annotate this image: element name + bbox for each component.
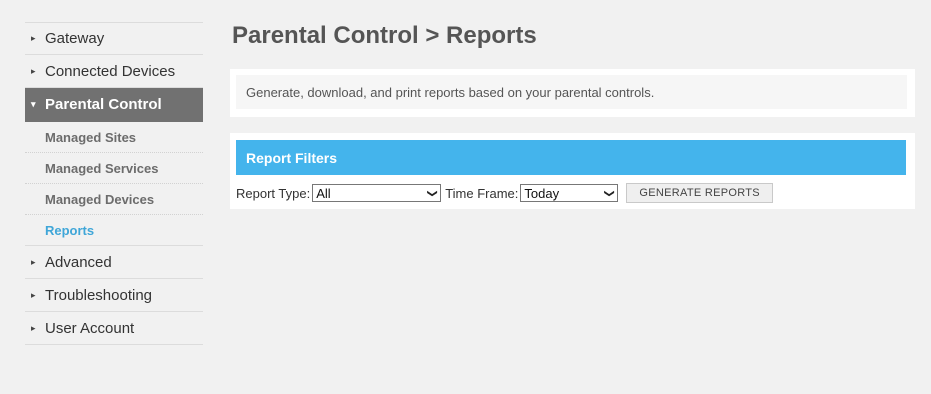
- report-filters-card: Report Filters Report Type: All ❯ Time F…: [230, 133, 915, 209]
- sidebar-item-troubleshooting[interactable]: ▸ Troubleshooting: [25, 279, 203, 312]
- report-filters-header: Report Filters: [236, 140, 906, 175]
- chevron-down-icon: ❯: [426, 188, 438, 198]
- sidebar-item-gateway[interactable]: ▸ Gateway: [25, 22, 203, 55]
- description-card: Generate, download, and print reports ba…: [230, 69, 915, 117]
- sidebar-subitem-managed-sites[interactable]: Managed Sites: [25, 122, 203, 153]
- triangle-right-icon: ▸: [31, 256, 36, 267]
- sidebar-item-label: Advanced: [45, 253, 112, 271]
- sidebar-item-label: Troubleshooting: [45, 286, 153, 304]
- generate-reports-button[interactable]: GENERATE REPORTS: [626, 183, 773, 203]
- time-frame-label: Time Frame:: [445, 185, 519, 201]
- time-frame-value: Today: [524, 185, 560, 201]
- chevron-down-icon: ❯: [603, 188, 615, 198]
- report-type-select[interactable]: All ❯: [312, 184, 442, 202]
- sidebar-item-parental-control[interactable]: ▾ Parental Control: [25, 88, 203, 122]
- triangle-right-icon: ▸: [31, 33, 36, 43]
- page-description: Generate, download, and print reports ba…: [236, 75, 907, 109]
- page-title: Parental Control > Reports: [232, 22, 537, 49]
- sidebar-subitem-label: Reports: [45, 222, 95, 238]
- sidebar-item-label: User Account: [45, 319, 135, 337]
- sidebar-item-label: Gateway: [45, 30, 105, 47]
- sidebar-item-user-account[interactable]: ▸ User Account: [25, 312, 203, 345]
- report-type-value: All: [316, 185, 331, 201]
- triangle-right-icon: ▸: [31, 289, 36, 300]
- sidebar-item-label: Connected Devices: [45, 62, 176, 80]
- sidebar-item-label: Parental Control: [45, 96, 162, 113]
- sidebar-subitem-label: Managed Sites: [45, 129, 137, 145]
- report-type-label: Report Type:: [236, 185, 311, 201]
- sidebar-subitem-managed-services[interactable]: Managed Services: [25, 153, 203, 184]
- sidebar-subitem-label: Managed Devices: [45, 191, 155, 207]
- sidebar-subitem-label: Managed Services: [45, 160, 159, 176]
- sidebar-subitem-reports[interactable]: Reports: [25, 215, 203, 246]
- sidebar-item-connected-devices[interactable]: ▸ Connected Devices: [25, 55, 203, 88]
- triangle-right-icon: ▸: [31, 65, 36, 76]
- filter-row: Report Type: All ❯ Time Frame: Today ❯ G…: [236, 183, 773, 203]
- triangle-right-icon: ▸: [31, 322, 36, 333]
- time-frame-select[interactable]: Today ❯: [520, 184, 619, 202]
- sidebar-subitem-managed-devices[interactable]: Managed Devices: [25, 184, 203, 215]
- sidebar: ▸ Gateway ▸ Connected Devices ▾ Parental…: [25, 22, 203, 345]
- triangle-down-icon: ▾: [31, 99, 36, 109]
- sidebar-item-advanced[interactable]: ▸ Advanced: [25, 246, 203, 279]
